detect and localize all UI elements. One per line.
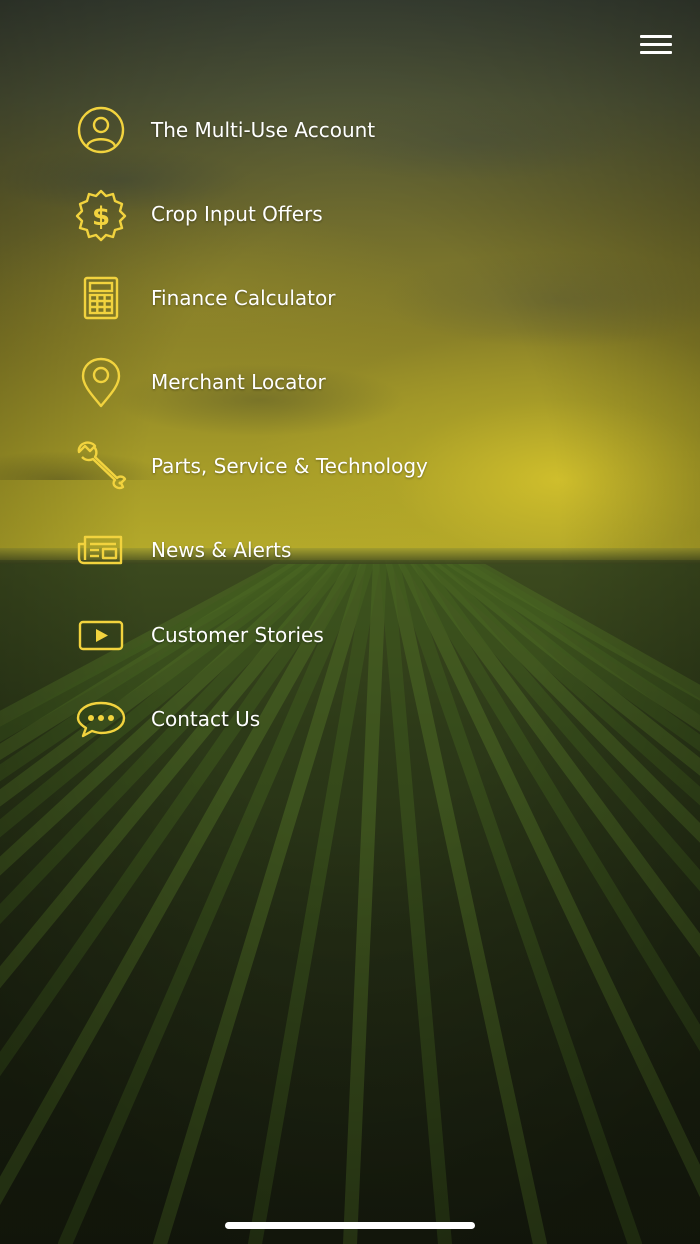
menu-item-label: The Multi-Use Account <box>151 118 376 142</box>
menu-item-label: Finance Calculator <box>151 286 336 310</box>
map-pin-icon <box>70 351 132 413</box>
menu-item-news-alerts[interactable]: News & Alerts <box>70 515 490 585</box>
hamburger-menu-button[interactable] <box>638 34 674 56</box>
svg-text:$: $ <box>92 202 110 232</box>
calculator-icon <box>70 267 132 329</box>
menu-item-finance-calculator[interactable]: Finance Calculator <box>70 263 490 333</box>
newspaper-icon <box>70 519 132 581</box>
menu-item-label: News & Alerts <box>151 538 292 562</box>
menu-item-contact-us[interactable]: Contact Us <box>70 684 490 754</box>
menu-item-multi-use-account[interactable]: The Multi-Use Account <box>70 95 490 165</box>
menu-bar <box>640 51 672 54</box>
user-circle-icon <box>70 99 132 161</box>
menu-item-label: Contact Us <box>151 707 261 731</box>
menu-item-label: Merchant Locator <box>151 370 326 394</box>
menu-item-label: Customer Stories <box>151 623 324 647</box>
menu-item-parts-service-technology[interactable]: Parts, Service & Technology <box>70 431 490 501</box>
wrench-icon <box>70 435 132 497</box>
menu-bar <box>640 35 672 38</box>
dollar-badge-icon: $ <box>70 183 132 245</box>
home-indicator <box>225 1222 475 1229</box>
chat-bubble-icon <box>70 688 132 750</box>
menu-item-crop-input-offers[interactable]: $ Crop Input Offers <box>70 179 490 249</box>
menu-item-customer-stories[interactable]: Customer Stories <box>70 600 490 670</box>
menu-item-merchant-locator[interactable]: Merchant Locator <box>70 347 490 417</box>
menu-item-label: Crop Input Offers <box>151 202 323 226</box>
menu-item-label: Parts, Service & Technology <box>151 454 428 478</box>
menu-bar <box>640 43 672 46</box>
video-play-icon <box>70 604 132 666</box>
